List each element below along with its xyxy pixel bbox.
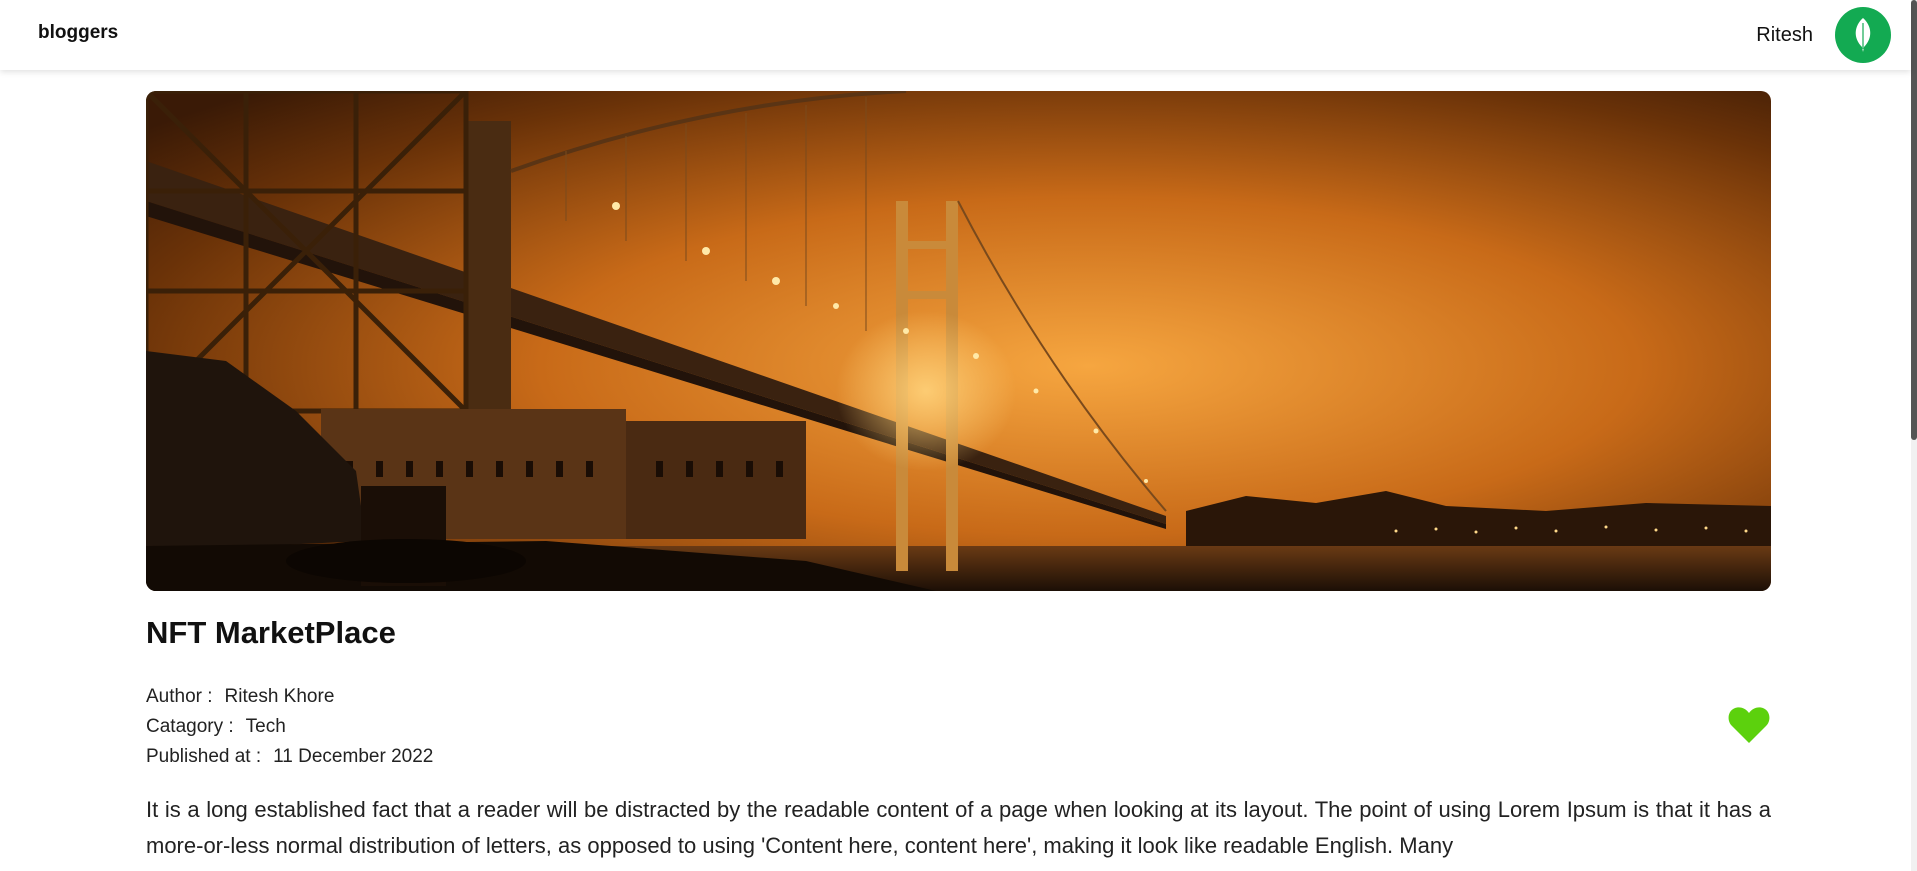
category-value: Tech — [245, 716, 286, 737]
username-label: Ritesh — [1756, 23, 1813, 46]
author-value: Ritesh Khore — [224, 686, 335, 707]
category-label: Catagory : — [146, 716, 234, 737]
user-menu: Ritesh — [1756, 3, 1891, 67]
scrollbar-thumb[interactable] — [1911, 0, 1917, 440]
heart-icon — [1728, 707, 1770, 743]
category-row: Catagory : Tech — [146, 712, 433, 742]
post-title: NFT MarketPlace — [146, 615, 396, 650]
brand-logo-link[interactable]: bloggers — [38, 22, 118, 44]
like-button[interactable] — [1728, 706, 1770, 744]
author-row: Author : Ritesh Khore — [146, 682, 433, 712]
post-meta: Author : Ritesh Khore Catagory : Tech Publ… — [146, 682, 433, 772]
post-body: It is a long established fact that a rea… — [146, 797, 1771, 858]
published-value: 11 December 2022 — [273, 746, 434, 767]
bridge-photo — [146, 91, 1771, 591]
user-avatar-button[interactable] — [1835, 7, 1891, 63]
author-label: Author : — [146, 686, 213, 707]
top-navbar: bloggers Ritesh — [0, 0, 1911, 70]
leaf-icon — [1855, 18, 1871, 52]
post-hero-image — [146, 91, 1771, 591]
published-label: Published at : — [146, 746, 262, 767]
page-scrollbar[interactable] — [1911, 0, 1917, 871]
published-row: Published at : 11 December 2022 — [146, 742, 433, 772]
